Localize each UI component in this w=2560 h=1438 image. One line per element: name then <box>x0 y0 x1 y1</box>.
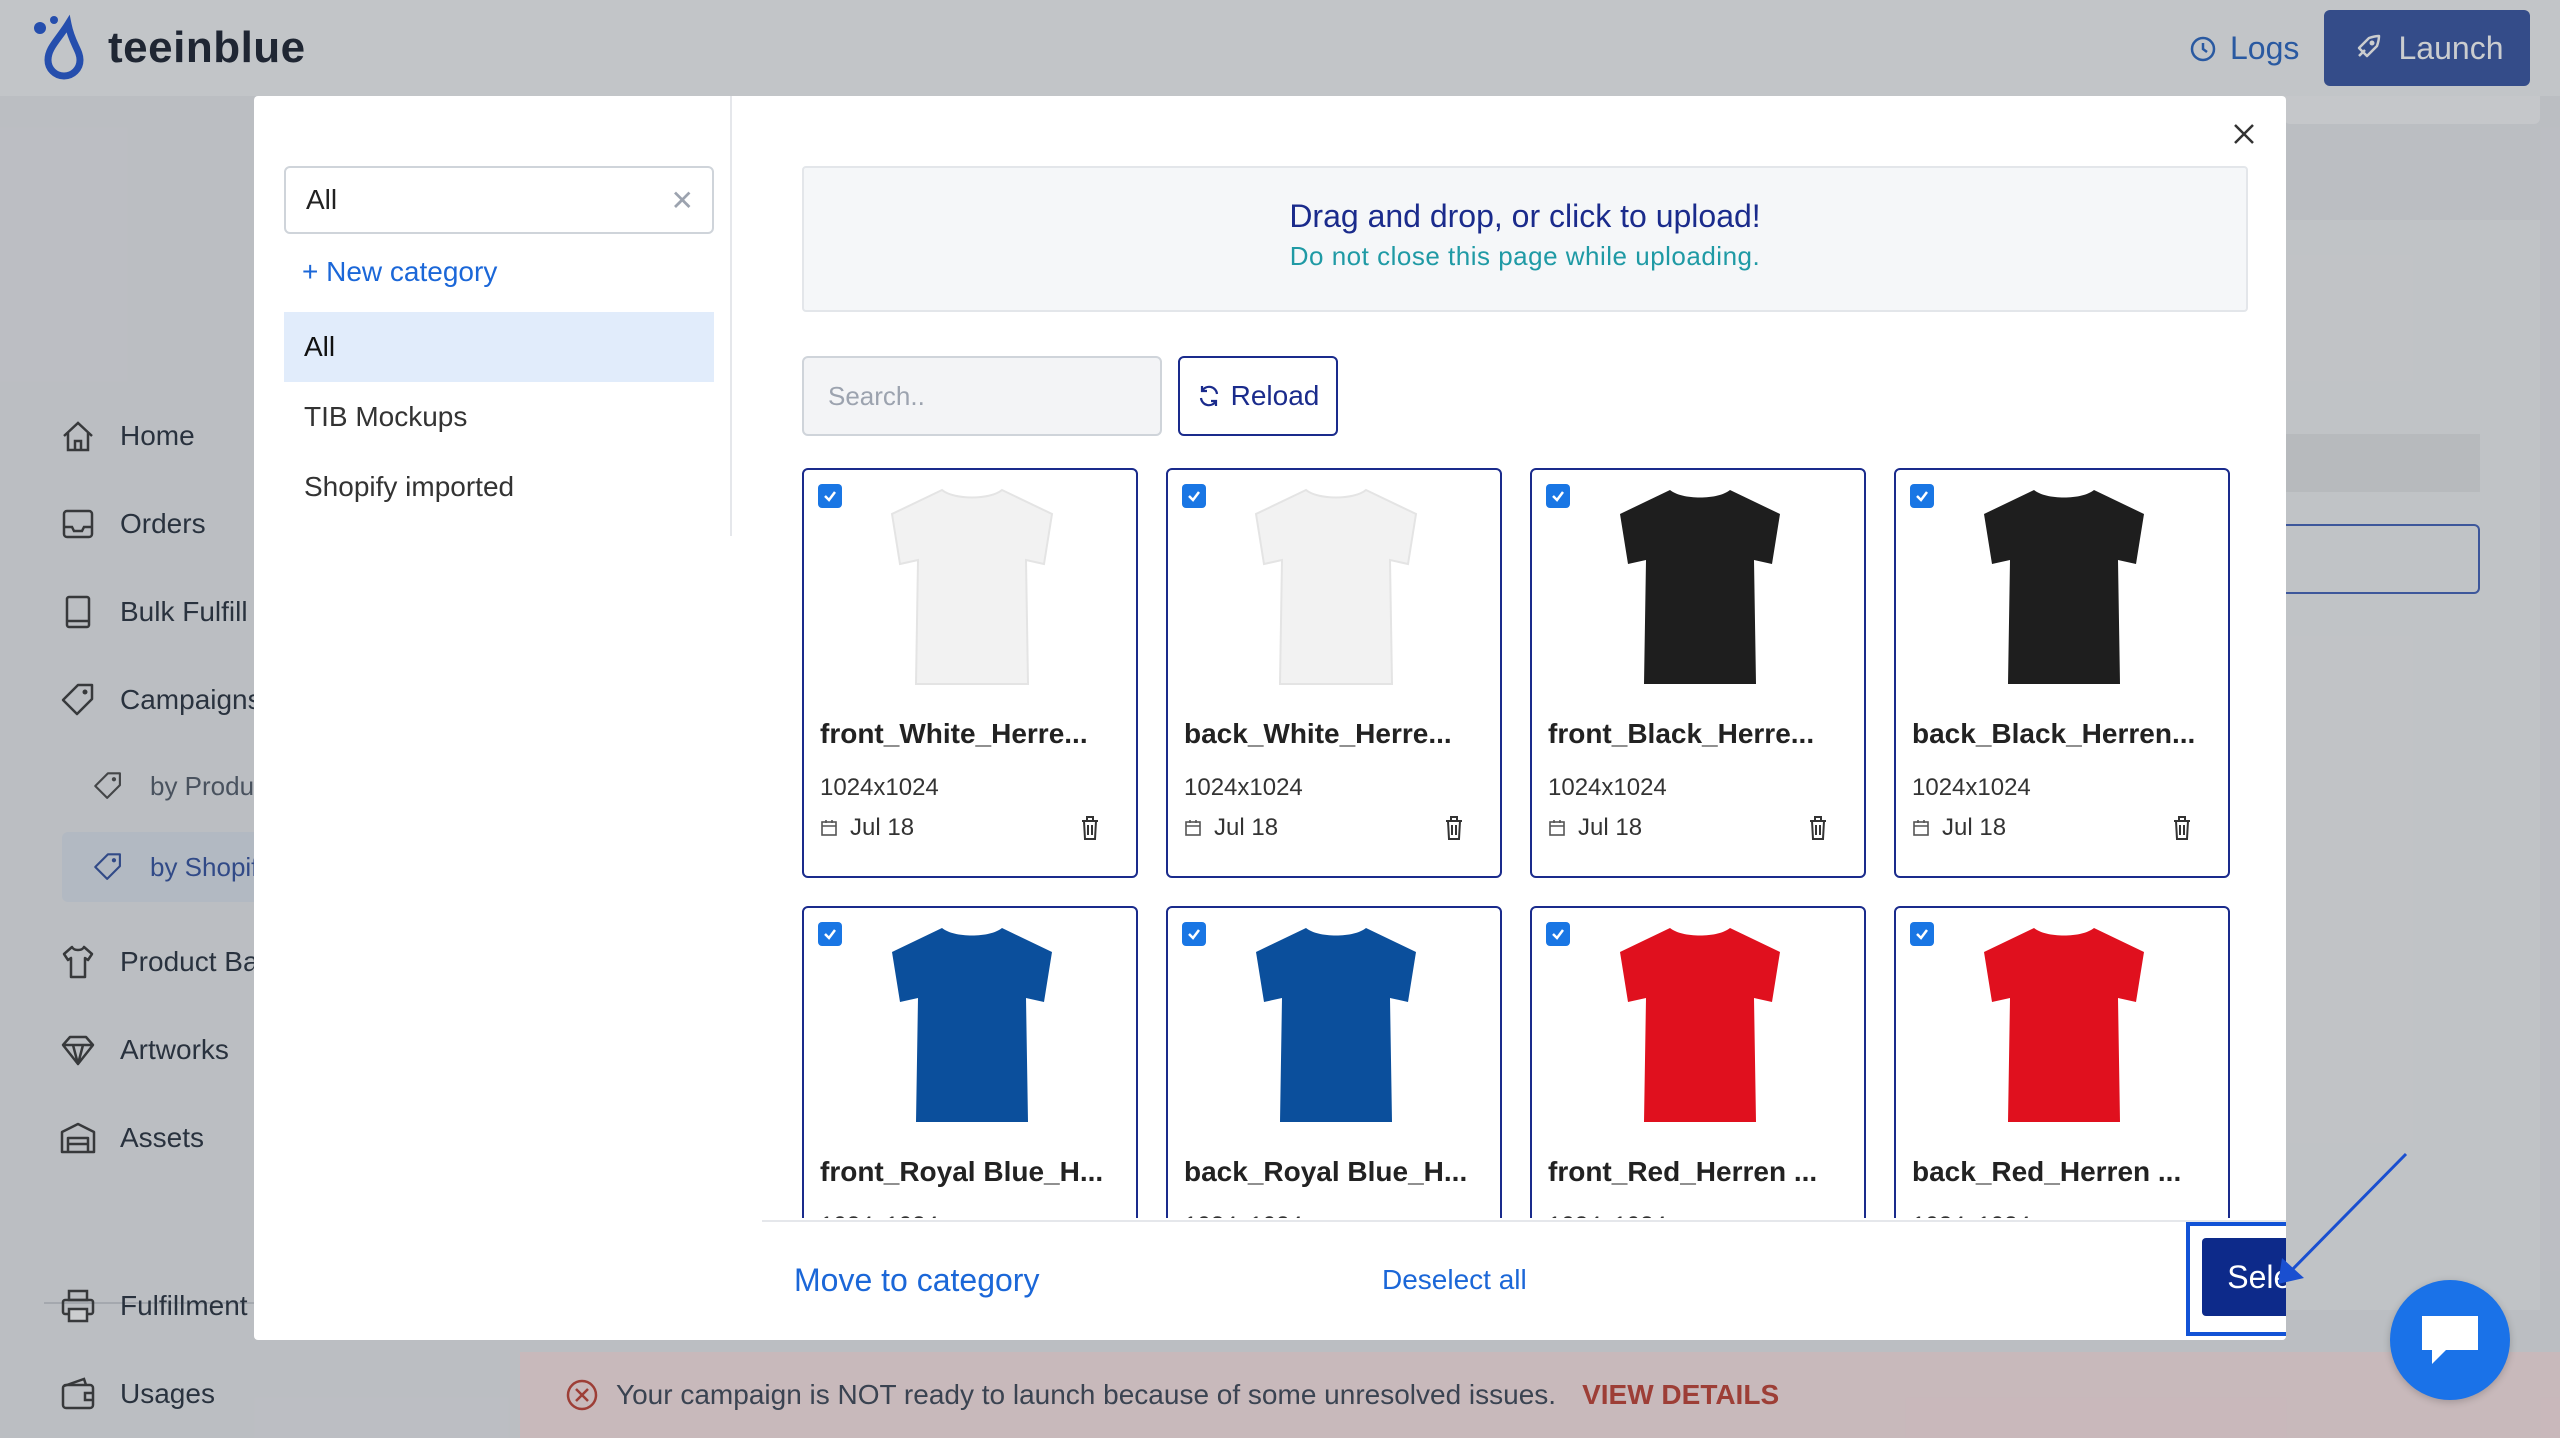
upload-subtitle: Do not close this page while uploading. <box>1289 241 1761 271</box>
image-date-row: Jul 18 <box>820 814 914 842</box>
image-date: Jul 18 <box>1214 814 1279 841</box>
move-to-category-link[interactable]: Move to category <box>794 1262 1039 1299</box>
close-modal-button[interactable] <box>2224 114 2264 154</box>
modal-footer: Move to category Deselect all Select 10 … <box>762 1220 2286 1340</box>
image-date: Jul 18 <box>1942 814 2007 841</box>
tshirt-thumbnail <box>1984 928 2144 1122</box>
image-dimensions: 1024x1024 <box>1184 774 1303 801</box>
upload-title: Drag and drop, or click to upload! <box>1289 198 1761 234</box>
category-item-all[interactable]: All <box>284 312 714 382</box>
category-item-tib-mockups[interactable]: TIB Mockups <box>284 382 714 452</box>
new-category-link[interactable]: + New category <box>302 256 497 288</box>
image-card[interactable]: front_Black_Herre... 1024x1024 Jul 18 <box>1530 468 1866 878</box>
checkmark-icon <box>1552 491 1564 502</box>
image-name: back_Black_Herren... <box>1912 718 2196 749</box>
image-name: front_Black_Herre... <box>1548 718 1815 749</box>
image-checkbox[interactable] <box>1910 484 1934 508</box>
checkmark-icon <box>1916 491 1928 502</box>
image-grid: front_White_Herre... 1024x1024 Jul 18 back_… <box>802 466 2262 1218</box>
checkmark-icon <box>1188 491 1200 502</box>
image-card[interactable]: front_Royal Blue_H...1024x1024Jul 18 <box>802 906 1138 1218</box>
image-dimensions: 1024x1024 <box>1912 1212 2031 1218</box>
chat-launcher-button[interactable] <box>2390 1280 2510 1400</box>
tshirt-thumbnail <box>1984 490 2144 684</box>
image-checkbox[interactable] <box>818 922 842 946</box>
image-card[interactable]: front_Red_Herren ...1024x1024Jul 18 <box>1530 906 1866 1218</box>
image-dimensions: 1024x1024 <box>1912 774 2031 801</box>
image-name: back_Red_Herren ... <box>1912 1156 2182 1187</box>
refresh-icon <box>1199 385 1218 407</box>
calendar-icon <box>821 820 837 836</box>
image-dimensions: 1024x1024 <box>1548 1212 1667 1218</box>
image-checkbox[interactable] <box>818 484 842 508</box>
close-icon <box>2234 124 2254 144</box>
trash-icon[interactable] <box>1078 814 1102 842</box>
image-date-row: Jul 18 <box>1912 814 2006 842</box>
image-dimensions: 1024x1024 <box>820 1212 939 1218</box>
reload-label: Reload <box>1230 380 1320 411</box>
image-date: Jul 18 <box>1578 814 1643 841</box>
image-library-modal: All ✕ + New category All TIB Mockups Sho… <box>254 96 2286 1340</box>
image-date-row: Jul 18 <box>1184 814 1278 842</box>
image-name: back_White_Herre... <box>1184 718 1452 749</box>
trash-icon[interactable] <box>2170 814 2194 842</box>
calendar-icon <box>1549 820 1565 836</box>
clear-category-icon[interactable]: ✕ <box>671 184 694 217</box>
image-checkbox[interactable] <box>1546 484 1570 508</box>
image-dimensions: 1024x1024 <box>1548 774 1667 801</box>
checkmark-icon <box>1188 929 1200 940</box>
image-checkbox[interactable] <box>1182 922 1206 946</box>
image-card[interactable]: back_Red_Herren ...1024x1024Jul 18 <box>1894 906 2230 1218</box>
calendar-icon <box>1913 820 1929 836</box>
checkmark-icon <box>824 491 836 502</box>
checkmark-icon <box>1552 929 1564 940</box>
category-panel: All ✕ + New category All TIB Mockups Sho… <box>254 96 732 536</box>
calendar-icon <box>1185 820 1201 836</box>
category-item-shopify-imported[interactable]: Shopify imported <box>284 452 714 522</box>
tshirt-thumbnail <box>890 488 1054 685</box>
deselect-all-link[interactable]: Deselect all <box>1382 1264 1527 1296</box>
tshirt-thumbnail <box>1256 928 1416 1122</box>
annotation-arrow-icon <box>2278 1152 2408 1284</box>
tshirt-thumbnail <box>1620 490 1780 684</box>
tshirt-thumbnail <box>1620 928 1780 1122</box>
image-name: front_Red_Herren ... <box>1548 1156 1818 1187</box>
chat-bubble-icon <box>2422 1316 2478 1364</box>
image-card[interactable]: back_Black_Herren... 1024x1024 Jul 18 <box>1894 468 2230 878</box>
tshirt-thumbnail <box>1254 488 1418 685</box>
image-search-input[interactable] <box>802 356 1162 436</box>
upload-dropzone[interactable]: Drag and drop, or click to upload! Do no… <box>802 166 2248 312</box>
image-checkbox[interactable] <box>1182 484 1206 508</box>
trash-icon[interactable] <box>1442 814 1466 842</box>
checkmark-icon <box>824 929 836 940</box>
reload-button[interactable]: Reload <box>1178 356 1338 436</box>
image-name: back_Royal Blue_H... <box>1184 1156 1468 1187</box>
category-select[interactable]: All ✕ <box>284 166 714 234</box>
image-card[interactable]: front_White_Herre... 1024x1024 Jul 18 <box>802 468 1138 878</box>
image-card[interactable]: back_Royal Blue_H...1024x1024Jul 18 <box>1166 906 1502 1218</box>
image-dimensions: 1024x1024 <box>820 774 939 801</box>
category-select-value: All <box>306 184 338 215</box>
image-dimensions: 1024x1024 <box>1184 1212 1303 1218</box>
image-date-row: Jul 18 <box>1548 814 1642 842</box>
trash-icon[interactable] <box>1806 814 1830 842</box>
image-name: front_Royal Blue_H... <box>820 1156 1104 1187</box>
image-checkbox[interactable] <box>1546 922 1570 946</box>
image-name: front_White_Herre... <box>820 718 1088 749</box>
image-card[interactable]: back_White_Herre... 1024x1024 Jul 18 <box>1166 468 1502 878</box>
tshirt-thumbnail <box>892 928 1052 1122</box>
image-date: Jul 18 <box>850 814 915 841</box>
checkmark-icon <box>1916 929 1928 940</box>
image-checkbox[interactable] <box>1910 922 1934 946</box>
